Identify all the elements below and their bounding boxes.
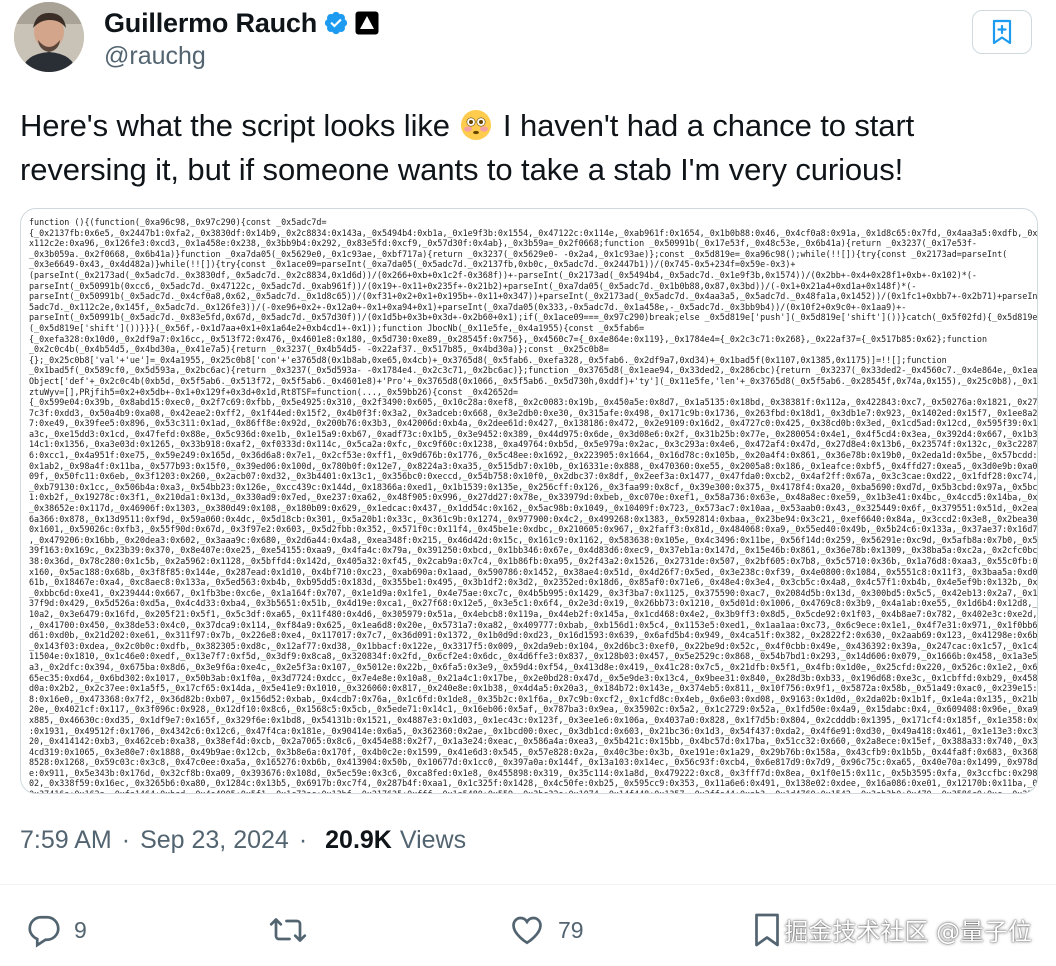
code-line: parseInt(_0x50991b(_0x5adc7d._0x4cf0a8,0…	[29, 291, 1037, 302]
code-line: 20e,_0x4021cf:0x117,_0x3f096c:0x928,_0x1…	[29, 704, 1037, 715]
code-line: x160,_0x5ac188:0x68b,_0x3f8f85:0x144e,_0…	[29, 566, 1037, 577]
code-line: 39f163:0x169c,_0x23b39:0x370,_0x8e407e:0…	[29, 545, 1037, 556]
tweet-time[interactable]: 7:59 AM	[20, 826, 112, 855]
code-line: ,_0x41700:0x450,_0x38de53:0x4c0,_0x37dca…	[29, 619, 1037, 630]
repost-button[interactable]	[268, 912, 308, 948]
divider	[0, 884, 1056, 885]
code-line: (_0x5d819e['shift']())}}}(_0x56f,-0x1d7a…	[29, 322, 645, 333]
author-name[interactable]: Guillermo Rauch	[104, 8, 317, 39]
code-line: 14c1:0x1356,_0xa3e03d:0x1265,_0x33b918:0…	[29, 439, 1037, 450]
reply-icon	[28, 915, 60, 948]
code-line: a3c,_0xe15dd3:0x1cd,_0x47fefd:0x88e,_0x5…	[29, 428, 1037, 439]
reply-count: 9	[74, 916, 87, 943]
code-line: e:0x911,_0x5e343b:0x176d,_0x32cf8b:0xa09…	[29, 767, 1037, 778]
code-line: 8528:0x1268,_0x59c03c:0x3c8,_0x47c0ee:0x…	[29, 757, 1037, 768]
bookmark-plus-icon	[992, 19, 1012, 45]
repost-icon	[269, 918, 307, 942]
watermark: 掘金技术社区 @量子位	[784, 918, 1032, 946]
code-line: 02,_0x338f59:0x16ec,_0x3265b6:0xa80,_0x1…	[29, 778, 1037, 789]
obfuscated-code-text: function (){(function(_0xa96c98,_0x97c29…	[21, 209, 1037, 793]
code-line: 10a2,_0x3e6479:0x16fd,_0x205f21:0x5f1,_0…	[29, 608, 1037, 619]
code-line: :0x1931,_0x49512f:0x1706,_0x4342c6:0x12c…	[29, 725, 1037, 736]
code-line: {_0x599e04:0x39b,_0x8abd15:0xec0,_0x2f7c…	[29, 397, 1037, 408]
views-label: Views	[399, 826, 467, 854]
code-line: 5adc7d._0x112c2e,0x145f,_0x5adc7d._0x126…	[29, 301, 907, 312]
tweet-text: Here's what the script looks like I have…	[20, 104, 1030, 192]
code-line: {};_0x25c0b8['val'+'ue']=_0x4a1955,_0x25…	[29, 354, 947, 365]
code-line: (parseInt(_0x2173ad(_0x5adc7d._0x3830df,…	[29, 269, 977, 280]
flushed-face-emoji-icon	[460, 109, 492, 141]
code-line: Object['def'+_0x2c0c4b(0xb5d,_0x5f5ab6._…	[29, 375, 1037, 386]
avatar[interactable]	[14, 2, 84, 72]
save-bookmark-button[interactable]	[972, 10, 1032, 54]
code-line: {_0xefa328:0x10d0,_0x2df9a7:0x16cc,_0x51…	[29, 333, 988, 344]
code-line: 4cd319:0x1065,_0x3e80e7:0x1888,_0x49b9ae…	[29, 746, 1037, 757]
affiliate-logo-icon[interactable]	[355, 11, 379, 35]
code-line: d0a:0x2b2,_0x2c37ee:0x1a5f5,_0x17cf65:0x…	[29, 683, 1037, 694]
code-line: ztuWyv=[],PRjfih5=0x2+0x5db+-0x1+0x129f+…	[29, 386, 519, 397]
code-line: _0x3e6649-0x43,_0x4d482a)}while(!![]){tr…	[29, 259, 796, 270]
views-count: 20.9K	[325, 826, 392, 854]
code-line: 7c3f:0xdd3,_0x50a4b9:0xa08,_0x42eae2:0xf…	[29, 407, 1037, 418]
code-line: 38:0x36d,_0x78c280:0x1c5b,_0x2a5962:0x11…	[29, 556, 1037, 566]
author-name-row: Guillermo Rauch	[104, 6, 379, 40]
author-handle[interactable]: @rauchg	[104, 42, 206, 71]
code-line: 7:0xe49,_0x39fee5:0x896,_0x53c311:0x1ad,…	[29, 418, 1037, 429]
code-line: 6a366:0x878,_0x13d9511:0xf9d,_0x59a060:0…	[29, 513, 1037, 524]
meta-separator: ·	[298, 826, 308, 854]
code-line: ,_0x479206:0x16bb,_0x20dea3:0x602,_0x3aa…	[29, 534, 1037, 545]
code-line: _0xbbc6d:0xe41,_0x239444:0x667,_0x1fb3be…	[29, 587, 1037, 598]
code-line: _0xb79130:0x1cc,_0x506b4a:0xa3,_0x54bb23…	[29, 481, 1037, 492]
code-line: _0x38652e:0x117d,_0x46906f:0x1303,_0x380…	[29, 503, 1037, 514]
code-line: function (){(function(_0xa96c98,_0x97c29…	[29, 217, 327, 227]
avatar-image	[14, 2, 84, 72]
heart-icon	[512, 916, 542, 945]
like-count: 79	[558, 916, 584, 943]
code-line: 20,_0x414142:0xb3,_0x462ceb:0xa38,_0x38e…	[29, 736, 1037, 747]
bookmark-button[interactable]	[752, 912, 782, 948]
code-line: d61:0xd0b,_0x21d202:0xe61,_0x311f97:0x7b…	[29, 630, 1037, 641]
code-line: _0x3b059a._0x2f0668,_0x6b41a)}function _…	[29, 248, 1008, 259]
code-line: _0x143f03:0xdea,_0x2c0b0c:0xdfb,_0x38230…	[29, 640, 1037, 651]
code-line: 0x1ab2,_0x98a4f:0x11ba,_0x577b93:0x15f0,…	[29, 460, 1037, 471]
code-line: 09f,_0x50fc11:0x6eb,_0x3f1203:0x260,_0x2…	[29, 471, 1037, 482]
code-line: a3,_0x2dfc:0x394,_0x675ba:0x8d6,_0x3e9f6…	[29, 661, 1037, 672]
verified-badge-icon	[323, 10, 349, 36]
tweet-meta: 7:59 AM · Sep 23, 2024 · 20.9K Views	[20, 826, 466, 855]
code-line: 65ec35:0xd64,_0x6bd302:0x1017,_0x50b3ab:…	[29, 672, 1037, 683]
code-line: {_0x2137fb:0x6e5,_0x2447b1:0xfa2,_0x3830…	[29, 227, 1037, 238]
code-line: 0x1601,_0x59026c:0xfb3,_0x55f90d:0x67d,_…	[29, 524, 1037, 535]
code-line: _0x1bad5f(_0x589cf0,_0x5d593a,_0x2bc6ac)…	[29, 365, 1037, 376]
tweet-header: Guillermo Rauch @rauchg	[14, 2, 1044, 74]
code-line: x885,_0x46630c:0xd35,_0x1df9e7:0x165f,_0…	[29, 714, 1037, 725]
code-line: 6:0xcc1,_0x4a951f:0xe75,_0x59e249:0x165d…	[29, 450, 1037, 461]
like-button[interactable]: 79	[508, 912, 584, 948]
code-line: 61b,_0x18467e:0xa4,_0xc8aec8:0x133a,_0x5…	[29, 577, 1037, 588]
code-line: parseInt(_0x50991b(0xcc6,_0x5adc7d._0x47…	[29, 280, 917, 291]
code-line: 11504e:0x1810,_0x1c46e0:0xedf,_0x13e7f7:…	[29, 651, 1037, 662]
tweet-text-part-1: Here's what the script looks like	[20, 108, 459, 143]
reply-button[interactable]: 9	[26, 912, 87, 948]
bookmark-icon	[755, 913, 779, 947]
code-line: parseInt(_0x50991b(_0x5adc7d._0x83e5fd,0…	[29, 312, 1037, 323]
tweet-date[interactable]: Sep 23, 2024	[140, 826, 289, 855]
code-line: _0x2c0c4b(_0x4b54d5,_0x4bd30a,_0x41e7a5)…	[29, 344, 609, 355]
code-line: 8:0x16e0,_0x473368:0x7f2,_0x36d82b:0xb07…	[29, 693, 1037, 704]
code-line: 37f9d:0x429,_0x5d526a:0xd5a,_0x4c4d33:0x…	[29, 598, 1037, 609]
code-line: 0x37416e:0x162a,_0xfa1464:0xbed,_0x4e490…	[29, 789, 1037, 793]
meta-separator: ·	[121, 826, 131, 854]
code-line: 1:0xb2f,_0x19278c:0x3f1,_0x210da1:0x13d,…	[29, 492, 1037, 503]
code-line: x112c2e:0xa96,_0x126fe3:0xcd3,_0x1a458e:…	[29, 238, 977, 249]
code-screenshot-image[interactable]: function (){(function(_0xa96c98,_0x97c29…	[20, 208, 1038, 794]
